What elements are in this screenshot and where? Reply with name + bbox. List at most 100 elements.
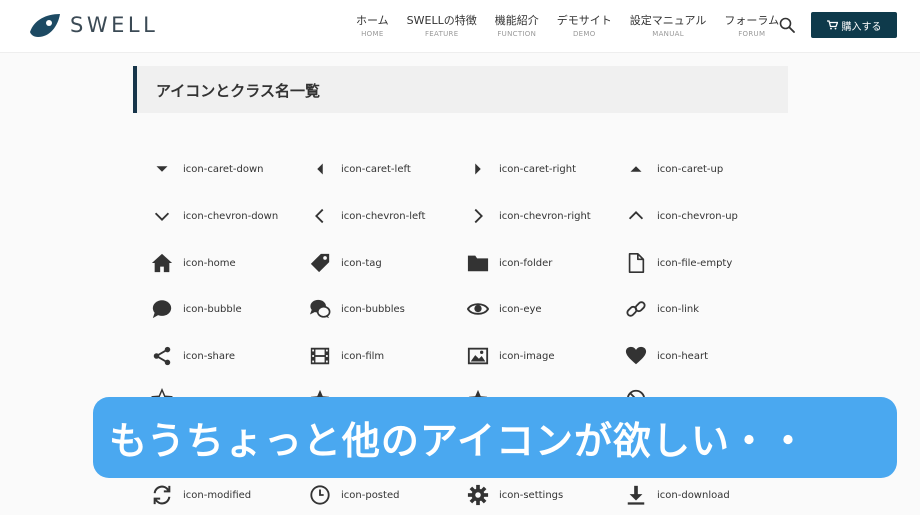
icon-class-name: icon-bubble [183, 303, 242, 315]
nav-sublabel: FEATURE [424, 30, 459, 38]
icon-class-name: icon-home [183, 257, 236, 269]
nav-label: 設定マニュアル [629, 14, 707, 27]
nav-item-home[interactable]: ホーム HOME [356, 14, 389, 38]
icon-list-item: icon-chevron-up [624, 202, 738, 230]
heart-icon [624, 344, 648, 368]
section-title: アイコンとクラス名一覧 [156, 82, 320, 100]
icon-class-name: icon-posted [341, 489, 400, 501]
nav-sublabel: DEMO [572, 30, 596, 38]
icon-list-item: icon-modified [150, 481, 251, 509]
icon-list-item: icon-film [308, 342, 384, 370]
icon-list-item: icon-caret-left [308, 155, 411, 183]
caret-right-icon [466, 157, 490, 181]
chevron-left-icon [308, 204, 332, 228]
icon-list-item: icon-link [624, 295, 699, 323]
global-nav: ホーム HOME SWELLの特徴 FEATURE 機能紹介 FUNCTION … [356, 14, 797, 38]
nav-label: ホーム [356, 14, 389, 27]
bubbles-icon [308, 297, 332, 321]
icon-class-name: icon-modified [183, 489, 252, 501]
icon-list-item: icon-home [150, 249, 236, 277]
caret-up-icon [624, 157, 648, 181]
chevron-down-icon [150, 204, 174, 228]
caption-text: もうちょっと他のアイコンが欲しい・・ [109, 419, 808, 463]
settings-icon [466, 483, 490, 507]
caret-left-icon [308, 157, 332, 181]
icon-class-name: icon-share [183, 350, 236, 362]
icon-class-name: icon-tag [341, 257, 382, 269]
icon-list-item: icon-file-empty [624, 249, 732, 277]
nav-sublabel: FUNCTION [497, 30, 537, 38]
chevron-up-icon [624, 204, 648, 228]
icon-list-item: icon-tag [308, 249, 382, 277]
nav-sublabel: MANUAL [652, 30, 684, 38]
bubble-icon [150, 297, 174, 321]
nav-sublabel: HOME [361, 30, 384, 38]
icon-list-item: icon-caret-up [624, 155, 723, 183]
download-icon [624, 483, 648, 507]
nav-label: フォーラム [724, 14, 780, 27]
icon-class-name: icon-film [341, 350, 385, 362]
icon-list-item: icon-heart [624, 342, 708, 370]
icon-class-name: icon-image [499, 350, 555, 362]
icon-list-item: icon-bubble [150, 295, 242, 323]
share-icon [150, 344, 174, 368]
icon-list-item: icon-chevron-right [466, 202, 591, 230]
icon-list-item: icon-folder [466, 249, 552, 277]
icon-class-name: icon-bubbles [341, 303, 405, 315]
film-icon [308, 344, 332, 368]
icon-class-name: icon-link [657, 303, 700, 315]
icon-class-name: icon-chevron-right [499, 210, 591, 222]
search-icon[interactable] [779, 17, 795, 33]
icon-list-item: icon-chevron-down [150, 202, 278, 230]
nav-sublabel: FORUM [738, 30, 766, 38]
icon-class-name: icon-chevron-up [657, 210, 738, 222]
icon-class-name: icon-settings [499, 489, 564, 501]
buy-button-label: 購入する [841, 21, 882, 33]
icon-list-item: icon-caret-right [466, 155, 576, 183]
icon-list-item: icon-bubbles [308, 295, 405, 323]
icon-class-name: icon-folder [499, 257, 553, 269]
icon-class-name: icon-file-empty [657, 257, 733, 269]
icon-class-name: icon-chevron-left [341, 210, 426, 222]
buy-button[interactable]: 購入する [811, 12, 897, 38]
icon-list-item: icon-settings [466, 481, 563, 509]
site-logo[interactable]: SWELL [28, 10, 158, 40]
icon-class-name: icon-heart [657, 350, 708, 362]
section-heading: アイコンとクラス名一覧 [133, 66, 788, 113]
chevron-right-icon [466, 204, 490, 228]
icon-class-name: icon-caret-left [341, 163, 411, 175]
swell-logo-icon [30, 14, 60, 37]
posted-icon [308, 483, 332, 507]
file-empty-icon [624, 251, 648, 275]
icon-class-name: icon-caret-down [183, 163, 264, 175]
modified-icon [150, 483, 174, 507]
cart-icon [826, 20, 838, 30]
nav-label: SWELLの特徴 [406, 14, 477, 27]
image-icon [466, 344, 490, 368]
icon-class-name: icon-eye [499, 303, 542, 315]
nav-label: 機能紹介 [494, 14, 539, 27]
logo-text: SWELL [70, 13, 159, 37]
icon-class-name: icon-caret-right [499, 163, 577, 175]
icon-list-item: icon-chevron-left [308, 202, 425, 230]
link-icon [624, 297, 648, 321]
caption-banner: もうちょっと他のアイコンが欲しい・・ [93, 397, 897, 478]
nav-item-manual[interactable]: 設定マニュアル MANUAL [630, 14, 707, 38]
eye-icon [466, 297, 490, 321]
nav-item-forum[interactable]: フォーラム FORUM [724, 14, 779, 38]
icon-class-name: icon-download [657, 489, 730, 501]
icon-list-item: icon-image [466, 342, 555, 370]
folder-icon [466, 251, 490, 275]
icon-class-name: icon-caret-up [657, 163, 724, 175]
nav-item-function[interactable]: 機能紹介 FUNCTION [495, 14, 539, 38]
icon-list-item: icon-share [150, 342, 235, 370]
nav-item-feature[interactable]: SWELLの特徴 FEATURE [407, 14, 477, 38]
icon-list-item: icon-eye [466, 295, 542, 323]
nav-item-demo[interactable]: デモサイト DEMO [557, 14, 612, 38]
icon-list-item: icon-download [624, 481, 730, 509]
icon-list-item: icon-posted [308, 481, 399, 509]
icon-class-name: icon-chevron-down [183, 210, 279, 222]
site-header: SWELL ホーム HOME SWELLの特徴 FEATURE 機能紹介 FUN… [0, 0, 920, 53]
home-icon [150, 251, 174, 275]
caret-down-icon [150, 157, 174, 181]
